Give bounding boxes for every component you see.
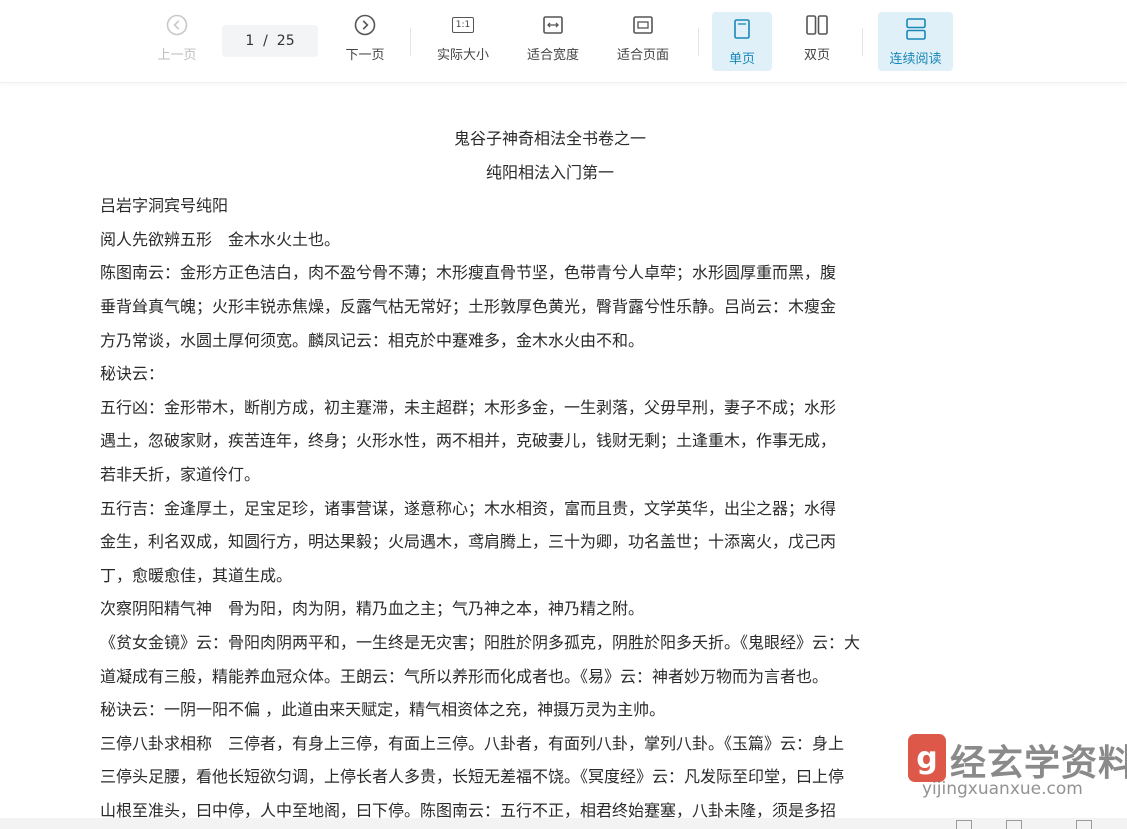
fit-page-button[interactable]: 适合页面 — [610, 12, 676, 72]
text-line: 秘诀云： — [100, 364, 165, 384]
actual-size-glyph: 1:1 — [451, 17, 475, 33]
text-line: 三停头足腰，看他长短欲匀调，上停长者人多贵，长短无差福不饶。《冥度经》云：凡发际… — [100, 767, 845, 787]
chevron-right-circle-icon — [354, 12, 376, 38]
text-line: 五行吉：金逢厚土，足宝足珍，诸事营谋，遂意称心；木水相资，富而且贵，文学英华，出… — [100, 498, 837, 518]
text-line: 三停八卦求相称 三停者，有身上三停，有面上三停。八卦者，有面列八卦，掌列八卦。《… — [100, 733, 845, 753]
toolbar-divider — [698, 28, 699, 56]
actual-size-icon: 1:1 — [451, 12, 475, 38]
document-title: 鬼谷子神奇相法全书卷之一 — [453, 129, 646, 148]
single-page-button[interactable]: 单页 — [712, 12, 772, 71]
toolbar-divider — [410, 28, 411, 56]
prev-page-button[interactable]: 上一页 — [150, 12, 204, 72]
layout-icon[interactable] — [1076, 820, 1092, 829]
text-line: 垂背耸真气魄；火形丰锐赤焦燥，反露气枯无常好；土形敦厚色黄光，臀背露兮性乐静。吕… — [100, 296, 837, 316]
continuous-reading-label: 连续阅读 — [889, 52, 942, 67]
text-line: 遇土，忽破家财，疾苦连年，终身；火形水性，两不相并，克破妻儿，钱财无剩；土逢重木… — [100, 431, 837, 451]
text-line: 秘诀云：一阴一阳不偏 ，此道由来天赋定，精气相资体之充，神摄万灵为主帅。 — [100, 700, 666, 720]
prev-page-label: 上一页 — [157, 48, 197, 63]
text-line: 若非夭折，家道伶仃。 — [100, 464, 261, 484]
chevron-left-circle-icon — [166, 12, 188, 38]
text-line: 五行凶：金形带木，断削方成，初主蹇滞，未主超群；木形多金，一生剥落，父毋早刑，妻… — [100, 397, 837, 417]
fit-width-icon — [542, 12, 564, 38]
text-line: 吕岩字洞宾号纯阳 — [100, 196, 229, 216]
continuous-reading-button[interactable]: 连续阅读 — [878, 12, 953, 71]
fit-width-label: 适合宽度 — [526, 48, 579, 63]
fit-width-button[interactable]: 适合宽度 — [520, 12, 586, 72]
document-page: 鬼谷子神奇相法全书卷之一 纯阳相法入门第一 吕岩字洞宾号纯阳 阅人先欲辨五形 金… — [100, 122, 1000, 827]
toolbar-divider — [862, 28, 863, 56]
grid-view-icon[interactable] — [1006, 820, 1022, 829]
next-page-button[interactable]: 下一页 — [338, 12, 392, 72]
text-line: 金生，利名双成，知圆行方，明达果毅；火局遇木，鸢肩腾上，三十为卿，功名盖世；十添… — [100, 532, 837, 552]
watermark-site-url: yijingxuanxue.com — [922, 779, 1083, 799]
text-line: 方乃常谈，水圆土厚何须宽。麟凤记云：相克於中蹇难多，金木水火由不和。 — [100, 330, 645, 350]
continuous-reading-icon — [905, 16, 927, 42]
reader-toolbar: 上一页 1 / 25 下一页 1:1 实际大小 适合宽度 适合页面 单页 双页 … — [0, 0, 1127, 83]
page-view-icon[interactable] — [956, 820, 972, 829]
text-line: 丁，愈暖愈佳，其道生成。 — [100, 565, 293, 585]
site-watermark: g 经玄学资料网 yijingxuanxue.com — [908, 734, 1127, 799]
text-line: 道凝成有三般，精能养血冠众体。王朗云：气所以养形而化成者也。《易》云：神者妙万物… — [100, 666, 829, 686]
next-page-label: 下一页 — [345, 48, 385, 63]
fit-page-icon — [632, 12, 654, 38]
double-page-label: 双页 — [803, 48, 830, 63]
double-page-button[interactable]: 双页 — [790, 12, 844, 72]
text-line: 《贫女金镜》云：骨阳肉阴两平和，一生终是无灾害；阳胜於阴多孤克，阴胜於阳多夭折。… — [100, 632, 861, 652]
page-indicator[interactable]: 1 / 25 — [222, 25, 318, 57]
single-page-icon — [733, 16, 751, 42]
text-line: 阅人先欲辨五形 金木水火土也。 — [100, 229, 341, 249]
actual-size-label: 实际大小 — [436, 48, 489, 63]
text-line: 陈图南云：金形方正色洁白，肉不盈兮骨不薄；木形瘦直骨节坚，色带青兮人卓荦；水形圆… — [100, 263, 837, 283]
double-page-icon — [805, 12, 829, 38]
text-line: 次察阴阳精气神 骨为阳，肉为阴，精乃血之主；气乃神之本，神乃精之附。 — [100, 599, 645, 619]
single-page-label: 单页 — [728, 52, 755, 67]
document-subtitle: 纯阳相法入门第一 — [485, 162, 614, 182]
fit-page-label: 适合页面 — [616, 48, 669, 63]
actual-size-button[interactable]: 1:1 实际大小 — [430, 12, 496, 72]
watermark-logo: g — [908, 734, 946, 782]
